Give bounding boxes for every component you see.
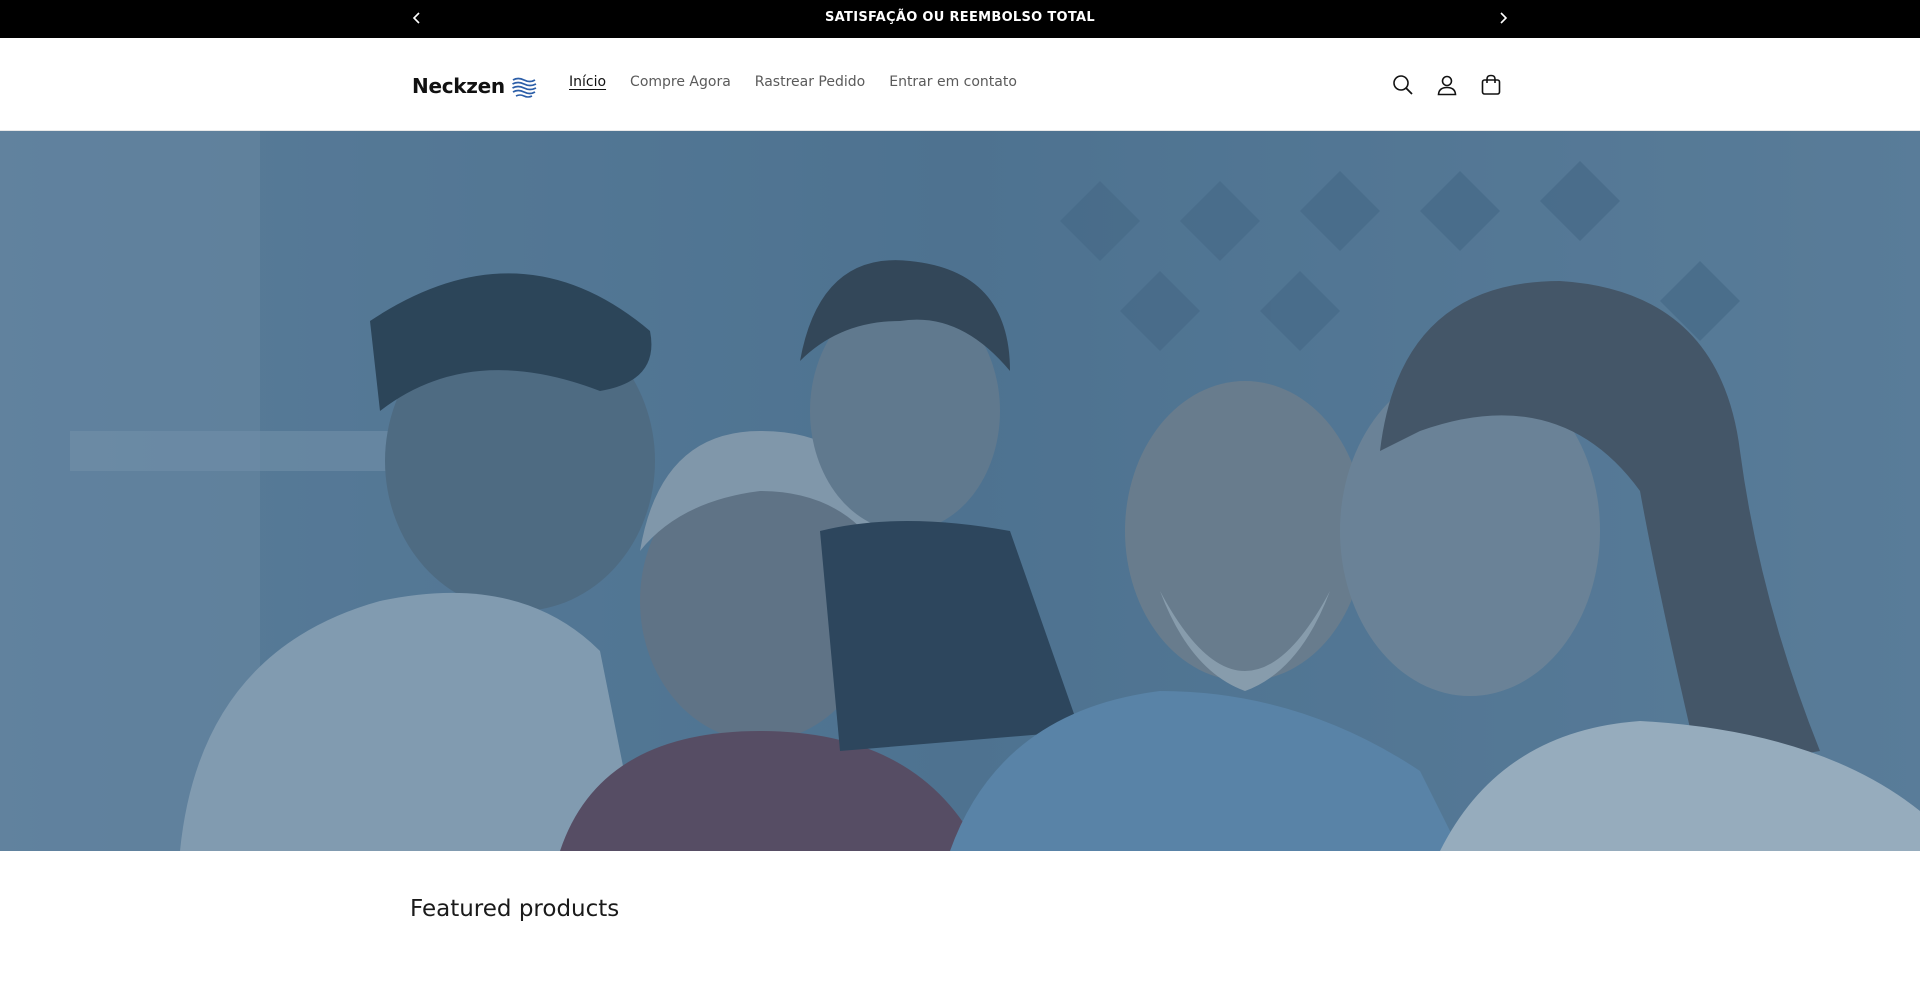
search-icon (1393, 75, 1413, 95)
nav-item-compre-agora[interactable]: Compre Agora (630, 74, 731, 90)
featured-products-heading: Featured products (410, 896, 620, 922)
nav-item-entrar-em-contato[interactable]: Entrar em contato (889, 74, 1017, 90)
announcement-bar: SATISFAÇÃO OU REEMBOLSO TOTAL (0, 0, 1920, 38)
cart-icon (1481, 74, 1501, 95)
account-icon (1437, 75, 1457, 96)
logo[interactable]: Neckzen (412, 68, 537, 104)
search-button[interactable] (1390, 72, 1416, 98)
wave-sphere-icon (511, 74, 537, 98)
hero-banner (0, 131, 1920, 851)
header-icons (1390, 72, 1504, 98)
logo-text: Neckzen (412, 74, 505, 98)
nav-item-inicio[interactable]: Início (569, 74, 606, 90)
main-nav: Início Compre Agora Rastrear Pedido Entr… (569, 74, 1017, 90)
cart-button[interactable] (1478, 72, 1504, 98)
site-header: Neckzen Início Compre Agora Rastrear Ped… (0, 38, 1920, 131)
hero-family-photo (0, 131, 1920, 851)
nav-item-rastrear-pedido[interactable]: Rastrear Pedido (755, 74, 865, 90)
account-button[interactable] (1434, 72, 1460, 98)
chevron-right-icon (1500, 12, 1508, 24)
announcement-message: SATISFAÇÃO OU REEMBOLSO TOTAL (825, 10, 1095, 25)
next-announcement-button[interactable] (1493, 8, 1513, 28)
